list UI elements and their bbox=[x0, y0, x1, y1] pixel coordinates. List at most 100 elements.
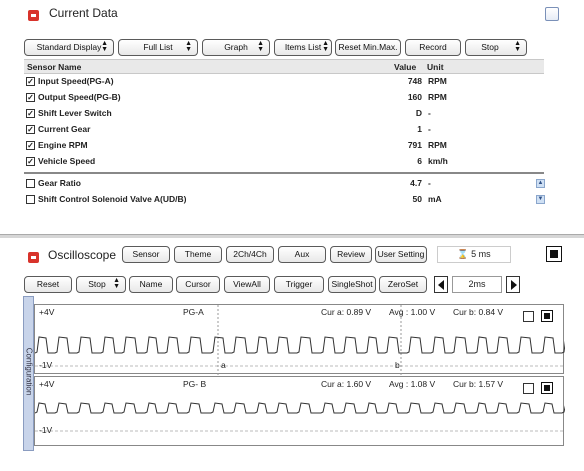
channel-name: PG-A bbox=[183, 307, 204, 317]
graph-select[interactable]: Graph ▲ ▼ bbox=[202, 39, 270, 56]
scale-bottom-label: -1V bbox=[39, 425, 53, 435]
cursor-b-marker: b bbox=[395, 360, 400, 370]
singleshot-button[interactable]: SingleShot bbox=[328, 276, 376, 293]
channel-1-plot[interactable]: +4V -1V PG-A a b Cur a: 0.89 V Avg : 1.0… bbox=[34, 304, 565, 375]
cursor-button[interactable]: Cursor bbox=[176, 276, 220, 293]
standard-display-label: Standard Display bbox=[36, 42, 102, 52]
channel-2-plot[interactable]: +4V -1V PG- B Cur a: 1.60 V Avg : 1.08 V… bbox=[34, 376, 565, 446]
sensor-row[interactable]: ✓ Output Speed(PG-B) 160 RPM bbox=[24, 90, 544, 106]
grid-group-divider bbox=[24, 172, 544, 174]
current-data-title: Current Data bbox=[49, 6, 118, 20]
sensor-name: Input Speed(PG-A) bbox=[38, 76, 114, 86]
oscilloscope-title: Oscilloscope bbox=[48, 248, 117, 262]
scale-top-label: +4V bbox=[39, 307, 55, 317]
sensor-row[interactable]: ✓ Engine RPM 791 RPM bbox=[24, 138, 544, 154]
configuration-tab[interactable]: Configuration bbox=[23, 296, 34, 451]
full-list-label: Full List bbox=[143, 42, 173, 52]
sensor-name: Shift Control Solenoid Valve A(UD/B) bbox=[38, 194, 187, 204]
sensor-button[interactable]: Sensor bbox=[122, 246, 170, 263]
stop-label: Stop bbox=[481, 42, 499, 52]
channel-name: PG- B bbox=[183, 379, 207, 389]
row-checkbox[interactable] bbox=[26, 195, 35, 204]
time-increase-icon[interactable] bbox=[506, 276, 520, 293]
sensor-row[interactable]: ✓ Input Speed(PG-A) 748 RPM bbox=[24, 74, 544, 90]
scroll-up-icon[interactable]: ▲ bbox=[536, 179, 545, 188]
sensor-value: D bbox=[415, 108, 422, 118]
sensor-name: Output Speed(PG-B) bbox=[38, 92, 121, 102]
select-arrows-icon: ▲ ▼ bbox=[113, 277, 120, 290]
channel-2-checkbox[interactable] bbox=[523, 383, 534, 394]
user-setting-button[interactable]: User Setting bbox=[375, 246, 427, 263]
review-button[interactable]: Review bbox=[330, 246, 372, 263]
items-list-label: Items List bbox=[284, 42, 322, 52]
row-checkbox[interactable]: ✓ bbox=[26, 157, 35, 166]
select-arrows-icon: ▲ ▼ bbox=[185, 40, 192, 53]
average-readout: Avg : 1.00 V bbox=[389, 307, 436, 317]
select-arrows-icon: ▲ ▼ bbox=[322, 40, 329, 53]
cursor-a-marker: a bbox=[221, 360, 226, 370]
sensor-row[interactable]: ✓ Vehicle Speed 6 km/h bbox=[24, 154, 544, 170]
time-div-display: 2ms bbox=[452, 276, 502, 293]
stop-select[interactable]: Stop ▲ ▼ bbox=[465, 39, 527, 56]
sensor-unit: RPM bbox=[428, 76, 447, 86]
sensor-unit: km/h bbox=[428, 156, 448, 166]
current-data-panel: Current Data Standard Display ▲ ▼ Full Li… bbox=[0, 0, 584, 238]
sensor-row[interactable]: ✓ Current Gear 1 - bbox=[24, 122, 544, 138]
cursor-b-readout: Cur b: 0.84 V bbox=[453, 307, 504, 317]
row-checkbox[interactable]: ✓ bbox=[26, 109, 35, 118]
sensor-unit: - bbox=[428, 124, 431, 134]
row-checkbox[interactable]: ✓ bbox=[26, 141, 35, 150]
time-decrease-icon[interactable] bbox=[434, 276, 448, 293]
sensor-row[interactable]: Gear Ratio 4.7 - bbox=[24, 176, 544, 192]
row-checkbox[interactable] bbox=[26, 179, 35, 188]
reset-minmax-button[interactable]: Reset Min.Max. bbox=[335, 39, 401, 56]
sensor-value: 748 bbox=[407, 76, 422, 86]
select-arrows-icon: ▲ ▼ bbox=[257, 40, 264, 53]
row-checkbox[interactable]: ✓ bbox=[26, 77, 35, 86]
column-unit[interactable]: Unit bbox=[427, 62, 444, 72]
channel-toggle-button[interactable]: 2Ch/4Ch bbox=[226, 246, 274, 263]
sensor-unit: mA bbox=[428, 194, 442, 204]
column-sensor-name[interactable]: Sensor Name bbox=[27, 62, 81, 72]
waveform-trace bbox=[35, 336, 565, 354]
items-list-select[interactable]: Items List ▲ ▼ bbox=[274, 39, 332, 56]
stop-square-icon[interactable] bbox=[546, 246, 562, 262]
full-list-select[interactable]: Full List ▲ ▼ bbox=[118, 39, 198, 56]
cursor-b-readout: Cur b: 1.57 V bbox=[453, 379, 504, 389]
channel-2-stop-icon[interactable] bbox=[541, 382, 553, 394]
zeroset-button[interactable]: ZeroSet bbox=[379, 276, 427, 293]
viewall-button[interactable]: ViewAll bbox=[224, 276, 270, 293]
row-checkbox[interactable]: ✓ bbox=[26, 93, 35, 102]
sensor-name: Shift Lever Switch bbox=[38, 108, 112, 118]
sample-time-value: 5 ms bbox=[471, 249, 491, 259]
oscilloscope-panel: Oscilloscope Sensor Theme 2Ch/4Ch Aux Re… bbox=[0, 238, 584, 471]
channel-1-stop-icon[interactable] bbox=[541, 310, 553, 322]
stop-mode-label: Stop bbox=[88, 279, 106, 289]
cursor-a-readout: Cur a: 1.60 V bbox=[321, 379, 372, 389]
trigger-button[interactable]: Trigger bbox=[274, 276, 324, 293]
name-button[interactable]: Name bbox=[129, 276, 173, 293]
sensor-value: 1 bbox=[417, 124, 422, 134]
sensor-row[interactable]: Shift Control Solenoid Valve A(UD/B) 50 … bbox=[24, 192, 544, 208]
sensor-grid-header: Sensor Name Value Unit bbox=[24, 59, 544, 74]
sensor-unit: RPM bbox=[428, 140, 447, 150]
reset-button[interactable]: Reset bbox=[24, 276, 72, 293]
aux-button[interactable]: Aux bbox=[278, 246, 326, 263]
channel-1-checkbox[interactable] bbox=[523, 311, 534, 322]
theme-button[interactable]: Theme bbox=[174, 246, 222, 263]
standard-display-select[interactable]: Standard Display ▲ ▼ bbox=[24, 39, 114, 56]
scroll-down-icon[interactable]: ▼ bbox=[536, 195, 545, 204]
hourglass-icon: ⌛ bbox=[457, 249, 469, 259]
scale-bottom-label: -1V bbox=[39, 360, 53, 370]
window-option-checkbox[interactable] bbox=[545, 7, 559, 21]
column-value[interactable]: Value bbox=[394, 62, 416, 72]
sensor-unit: RPM bbox=[428, 92, 447, 102]
row-checkbox[interactable]: ✓ bbox=[26, 125, 35, 134]
stop-mode-select[interactable]: Stop ▲ ▼ bbox=[76, 276, 126, 293]
graph-label: Graph bbox=[224, 42, 248, 52]
record-button[interactable]: Record bbox=[405, 39, 461, 56]
sensor-value: 4.7 bbox=[410, 178, 422, 188]
sensor-row[interactable]: ✓ Shift Lever Switch D - bbox=[24, 106, 544, 122]
waveform-trace bbox=[35, 402, 565, 414]
sensor-unit: - bbox=[428, 178, 431, 188]
